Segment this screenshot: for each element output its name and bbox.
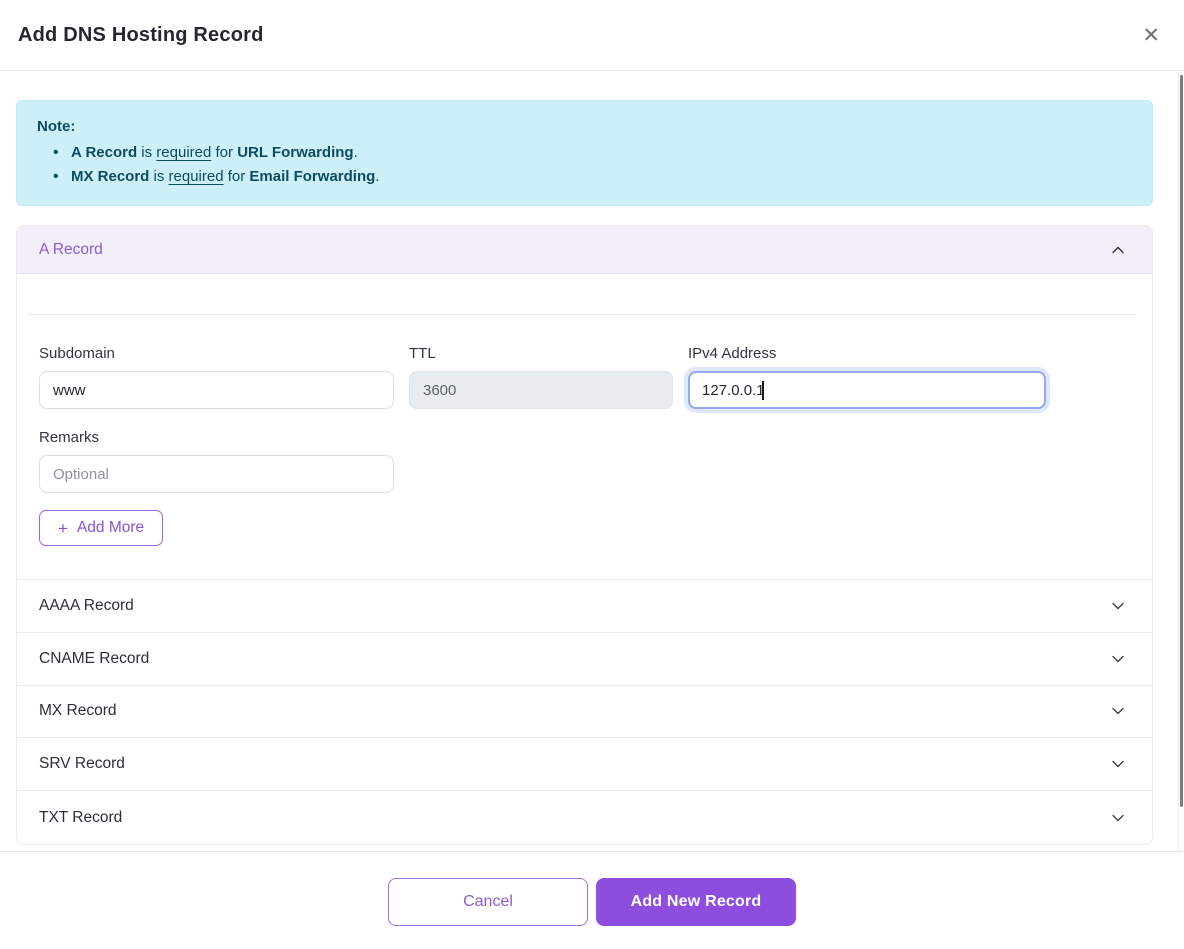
note-text: for	[211, 144, 237, 161]
chevron-up-icon	[1110, 242, 1126, 258]
accordion-label: TXT Record	[39, 809, 122, 827]
field-row-2: Remarks	[39, 429, 1130, 493]
note-text: for	[224, 168, 250, 185]
ipv4-input-wrap	[688, 371, 1046, 409]
field-row-1: Subdomain TTL IPv4 Address	[39, 345, 1130, 409]
accordion-label: MX Record	[39, 702, 117, 720]
add-more-label: Add More	[77, 519, 144, 537]
accordion-header-mx-record[interactable]: MX Record	[17, 686, 1152, 739]
ipv4-input[interactable]	[688, 371, 1046, 409]
accordion-label: A Record	[39, 241, 103, 259]
accordion-header-aaaa-record[interactable]: AAAA Record	[17, 580, 1152, 633]
note-required-text: required	[156, 144, 211, 161]
note-alert: Note: A Record is required for URL Forwa…	[16, 100, 1153, 206]
scrollbar-thumb[interactable]	[1180, 75, 1183, 807]
accordion-label: CNAME Record	[39, 650, 149, 668]
note-item-mx-record: MX Record is required for Email Forwardi…	[37, 165, 1132, 189]
accordion-header-a-record[interactable]: A Record	[17, 226, 1152, 274]
dns-record-accordion: A Record Subdomain TTL IPv4 Address	[16, 225, 1153, 845]
remarks-input[interactable]	[39, 455, 394, 493]
note-feature-name: URL Forwarding	[237, 144, 353, 161]
note-required-text: required	[169, 168, 224, 185]
accordion-header-srv-record[interactable]: SRV Record	[17, 738, 1152, 791]
remarks-label: Remarks	[39, 429, 394, 446]
accordion-label: AAAA Record	[39, 597, 134, 615]
add-new-record-button[interactable]: Add New Record	[596, 878, 796, 926]
ttl-input	[409, 371, 673, 409]
chevron-down-icon	[1110, 703, 1126, 719]
ipv4-field-group: IPv4 Address	[688, 345, 1046, 409]
accordion-header-txt-record[interactable]: TXT Record	[17, 791, 1152, 844]
modal-footer: Cancel Add New Record	[0, 851, 1184, 949]
remarks-field-group: Remarks	[39, 429, 394, 493]
ttl-label: TTL	[409, 345, 673, 362]
close-icon[interactable]: ✕	[1134, 19, 1168, 52]
note-text: is	[137, 144, 156, 161]
chevron-down-icon	[1110, 756, 1126, 772]
modal-header: Add DNS Hosting Record ✕	[0, 0, 1184, 71]
subdomain-label: Subdomain	[39, 345, 394, 362]
accordion-header-cname-record[interactable]: CNAME Record	[17, 633, 1152, 686]
chevron-down-icon	[1110, 651, 1126, 667]
panel-divider	[28, 314, 1136, 315]
note-list: A Record is required for URL Forwarding.…	[37, 141, 1132, 189]
note-feature-name: Email Forwarding	[249, 168, 375, 185]
ttl-field-group: TTL	[409, 345, 673, 409]
note-text: is	[149, 168, 168, 185]
plus-icon: +	[58, 520, 68, 537]
cancel-button[interactable]: Cancel	[388, 878, 588, 926]
chevron-down-icon	[1110, 598, 1126, 614]
scrollbar-track[interactable]	[1178, 71, 1184, 851]
modal-title: Add DNS Hosting Record	[18, 24, 264, 47]
subdomain-field-group: Subdomain	[39, 345, 394, 409]
a-record-panel: Subdomain TTL IPv4 Address Rema	[17, 274, 1152, 580]
chevron-down-icon	[1110, 810, 1126, 826]
text-cursor	[762, 381, 764, 400]
subdomain-input[interactable]	[39, 371, 394, 409]
note-heading: Note:	[37, 115, 1132, 139]
ipv4-label: IPv4 Address	[688, 345, 1046, 362]
note-text: .	[375, 168, 379, 185]
note-text: .	[354, 144, 358, 161]
modal-body: Note: A Record is required for URL Forwa…	[0, 71, 1184, 851]
note-record-name: MX Record	[71, 168, 149, 185]
accordion-label: SRV Record	[39, 755, 125, 773]
note-record-name: A Record	[71, 144, 137, 161]
add-more-button[interactable]: + Add More	[39, 510, 163, 546]
note-item-a-record: A Record is required for URL Forwarding.	[37, 141, 1132, 165]
